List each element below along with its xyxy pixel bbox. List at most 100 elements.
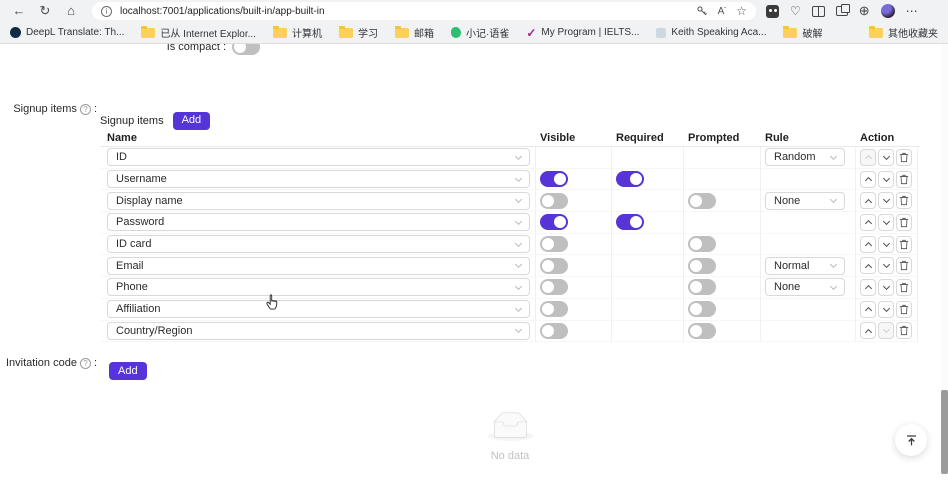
delete-button[interactable] (896, 301, 912, 318)
signup-row: Username (100, 169, 920, 191)
prompted-toggle[interactable] (688, 236, 716, 252)
profile-avatar[interactable] (881, 4, 895, 18)
move-down-button[interactable] (878, 214, 894, 231)
move-up-button[interactable] (860, 236, 876, 253)
name-select[interactable]: Phone (107, 278, 530, 296)
web-capture-icon[interactable]: ⊕ (859, 3, 870, 19)
name-select[interactable]: Email (107, 257, 530, 275)
move-down-button[interactable] (878, 236, 894, 253)
more-menu-icon[interactable]: ⋯ (906, 4, 919, 18)
scrollbar-thumb[interactable] (941, 390, 948, 474)
visible-toggle[interactable] (540, 279, 568, 295)
rule-select[interactable]: None (765, 192, 845, 210)
chevron-down-icon (882, 261, 889, 268)
other-favorites-folder[interactable]: 其他收藏夹 (869, 25, 938, 40)
home-icon[interactable]: ⌂ (58, 0, 84, 22)
help-icon[interactable]: ? (80, 358, 91, 369)
trash-icon (899, 304, 909, 315)
move-down-button[interactable] (878, 192, 894, 209)
chevron-up-icon (864, 155, 871, 162)
chevron-up-icon (864, 199, 871, 206)
browser-toolbar: ← ↻ ⌂ i localhost:7001/applications/buil… (0, 0, 948, 22)
browser-essentials-icon[interactable]: ♡ (790, 4, 801, 18)
chevron-down-icon (882, 305, 889, 312)
prompted-toggle[interactable] (688, 323, 716, 339)
visible-toggle[interactable] (540, 301, 568, 317)
no-data-text: No data (100, 450, 920, 462)
prompted-toggle[interactable] (688, 193, 716, 209)
delete-button[interactable] (896, 279, 912, 296)
name-select[interactable]: Display name (107, 192, 530, 210)
bookmark-item[interactable]: DeepL Translate: Th... (10, 27, 124, 38)
move-down-button[interactable] (878, 322, 894, 339)
rule-select[interactable]: Random (765, 148, 845, 166)
delete-button[interactable] (896, 171, 912, 188)
move-up-button[interactable] (860, 171, 876, 188)
extension-icon[interactable] (766, 5, 779, 18)
prompted-toggle[interactable] (688, 258, 716, 274)
move-up-button[interactable] (860, 301, 876, 318)
rule-select[interactable]: Normal (765, 257, 845, 275)
signup-row: Display name None (100, 190, 920, 212)
move-up-button[interactable] (860, 192, 876, 209)
bookmark-item[interactable]: 学习 (339, 25, 378, 40)
invitation-add-button[interactable]: Add (109, 362, 147, 380)
bookmark-item[interactable]: 已从 Internet Explor... (141, 25, 256, 40)
name-select[interactable]: Password (107, 213, 530, 231)
delete-button[interactable] (896, 149, 912, 166)
visible-toggle[interactable] (540, 214, 568, 230)
move-down-button[interactable] (878, 257, 894, 274)
name-select[interactable]: Country/Region (107, 322, 530, 340)
name-select[interactable]: ID card (107, 235, 530, 253)
collections-icon[interactable] (836, 6, 848, 16)
url-bar[interactable]: i localhost:7001/applications/built-in/a… (92, 2, 756, 20)
prompted-toggle[interactable] (688, 301, 716, 317)
visible-toggle[interactable] (540, 236, 568, 252)
site-info-icon[interactable]: i (101, 6, 112, 17)
prompted-toggle[interactable] (688, 279, 716, 295)
move-down-button[interactable] (878, 279, 894, 296)
move-up-button[interactable] (860, 322, 876, 339)
folder-icon (783, 28, 797, 38)
move-up-button[interactable] (860, 257, 876, 274)
bookmark-item[interactable]: 计算机 (273, 25, 322, 40)
move-down-button[interactable] (878, 149, 894, 166)
split-screen-icon[interactable] (812, 6, 825, 17)
bookmark-item[interactable]: 邮箱 (395, 25, 434, 40)
visible-toggle[interactable] (540, 258, 568, 274)
delete-button[interactable] (896, 192, 912, 209)
back-to-top-button[interactable] (895, 424, 927, 456)
name-select[interactable]: Affiliation (107, 300, 530, 318)
rule-select[interactable]: None (765, 278, 845, 296)
name-select[interactable]: ID (107, 148, 530, 166)
move-up-button[interactable] (860, 214, 876, 231)
required-toggle[interactable] (616, 171, 644, 187)
move-up-button[interactable] (860, 279, 876, 296)
refresh-icon[interactable]: ↻ (32, 0, 58, 22)
name-select[interactable]: Username (107, 170, 530, 188)
read-aloud-icon[interactable]: Aˆ (718, 6, 727, 17)
visible-toggle[interactable] (540, 193, 568, 209)
required-toggle[interactable] (616, 214, 644, 230)
signup-add-button[interactable]: Add (173, 112, 211, 130)
url-text[interactable]: localhost:7001/applications/built-in/app… (120, 6, 686, 17)
password-key-icon[interactable] (696, 5, 708, 17)
delete-button[interactable] (896, 236, 912, 253)
move-up-button[interactable] (860, 149, 876, 166)
delete-button[interactable] (896, 257, 912, 274)
bookmark-item[interactable]: 小记·语雀 (451, 25, 509, 40)
visible-toggle[interactable] (540, 171, 568, 187)
visible-toggle[interactable] (540, 323, 568, 339)
folder-icon (339, 28, 353, 38)
bookmark-item[interactable]: 破解 (783, 25, 822, 40)
bookmark-item[interactable]: Keith Speaking Aca... (656, 27, 766, 38)
move-down-button[interactable] (878, 171, 894, 188)
help-icon[interactable]: ? (80, 104, 91, 115)
delete-button[interactable] (896, 322, 912, 339)
delete-button[interactable] (896, 214, 912, 231)
move-down-button[interactable] (878, 301, 894, 318)
favorite-star-icon[interactable]: ☆ (736, 4, 747, 18)
bookmark-item[interactable]: ✓My Program | IELTS... (526, 26, 639, 40)
is-compact-toggle[interactable] (232, 44, 260, 55)
back-icon[interactable]: ← (6, 0, 32, 22)
